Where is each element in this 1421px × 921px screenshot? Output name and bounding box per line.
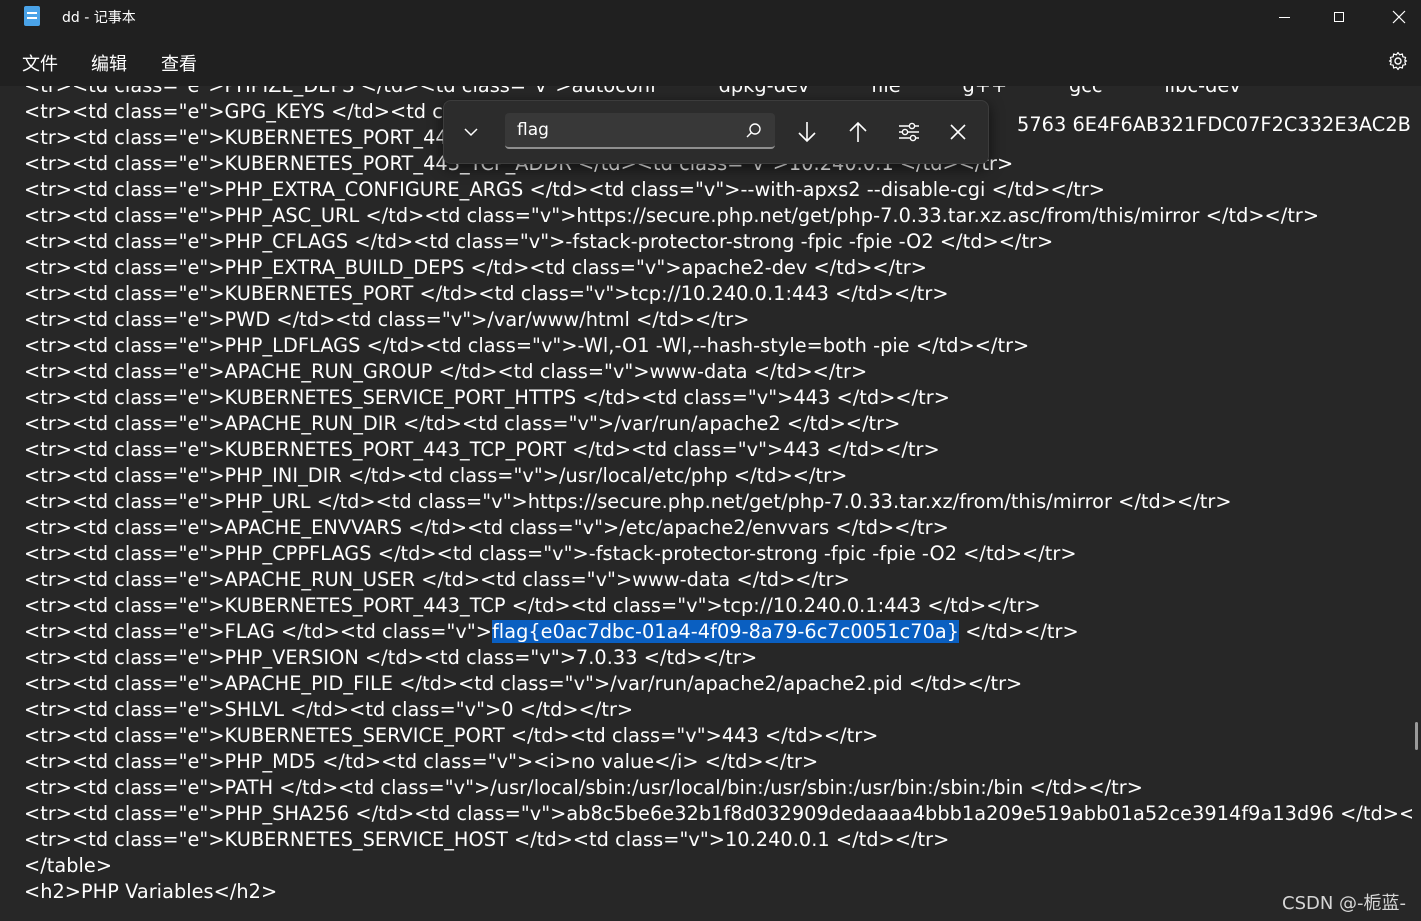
menu-view[interactable]: 查看 — [161, 50, 197, 76]
text-line: <tr><td class="e">KUBERNETES_PORT_443_TC… — [24, 594, 1041, 617]
title-bar: dd - 记事本 — [0, 0, 1421, 34]
gpg-key-tail: 5763 6E4F6AB321FDC07F2C332E3AC2BF0BC — [1017, 113, 1412, 136]
text-line: <tr><td class="e">KUBERNETES_PORT_443_TC… — [24, 438, 940, 461]
menu-bar: 文件 编辑 查看 — [0, 44, 1421, 82]
text-line: <tr><td class="e">PHP_EXTRA_CONFIGURE_AR… — [24, 178, 1105, 201]
text-line: <tr><td class="e">PHP_VERSION </td><td c… — [24, 646, 758, 669]
text-line: <tr><td class="e">PHP_LDFLAGS </td><td c… — [24, 334, 1030, 357]
scrollbar-thumb[interactable] — [1415, 722, 1418, 750]
flag-line-suffix: </td></tr> — [959, 620, 1079, 643]
flag-line-prefix: <tr><td class="e">FLAG </td><td class="v… — [24, 620, 492, 643]
text-line: <tr><td class="e">PHP_CPPFLAGS </td><td … — [24, 542, 1077, 565]
text-line: </table> — [24, 854, 113, 877]
close-button[interactable] — [1369, 0, 1421, 34]
minimize-button[interactable] — [1254, 0, 1314, 34]
text-line: <tr><td class="e">PHP_CFLAGS </td><td cl… — [24, 230, 1054, 253]
text-line: <tr><td class="e">KUBERNETES_SERVICE_HOS… — [24, 828, 950, 851]
text-line: <tr><td class="e">APACHE_ENVVARS </td><t… — [24, 516, 949, 539]
options-icon[interactable] — [895, 118, 923, 146]
text-line: <tr><td class="e">PHP_EXTRA_BUILD_DEPS <… — [24, 256, 927, 279]
maximize-icon — [1334, 12, 1344, 22]
search-icon[interactable] — [744, 121, 764, 141]
arrow-down-icon[interactable] — [793, 118, 821, 146]
search-match-highlight: flag{e0ac7dbc-01a4-4f09-8a79-6c7c0051c70… — [491, 620, 960, 643]
text-line: <tr><td class="e">KUBERNETES_PORT </td><… — [24, 282, 949, 305]
text-line: <tr><td class="e">PHP_URL </td><td class… — [24, 490, 1232, 513]
find-input[interactable] — [505, 113, 775, 149]
minimize-icon — [1278, 16, 1290, 18]
menu-file[interactable]: 文件 — [22, 50, 58, 76]
editor-content: <tr><td class="e">PHPIZE_DEPS </td><td c… — [24, 86, 1412, 905]
window-title: dd - 记事本 — [62, 10, 136, 26]
flag-line: <tr><td class="e">FLAG </td><td class="v… — [24, 619, 1412, 645]
maximize-button[interactable] — [1309, 0, 1369, 34]
gear-icon[interactable] — [1388, 51, 1408, 71]
text-line: <tr><td class="e">PHP_ASC_URL </td><td c… — [24, 204, 1320, 227]
notepad-icon — [24, 6, 40, 26]
text-line: <tr><td class="e">PHP_SHA256 </td><td cl… — [24, 802, 1412, 825]
arrow-up-icon[interactable] — [844, 118, 872, 146]
text-line: <tr><td class="e">PATH </td><td class="v… — [24, 776, 1143, 799]
text-line: <tr><td class="e">APACHE_PID_FILE </td><… — [24, 672, 1023, 695]
text-line: <tr><td class="e">PHP_INI_DIR </td><td c… — [24, 464, 848, 487]
close-icon — [1392, 10, 1406, 24]
text-line: <tr><td class="e">APACHE_RUN_USER </td><… — [24, 568, 850, 591]
find-panel — [443, 100, 989, 164]
text-line: <h2>PHP Variables</h2> — [24, 880, 278, 903]
text-line: <tr><td class="e">KUBERNETES_SERVICE_POR… — [24, 724, 879, 747]
close-icon[interactable] — [944, 118, 972, 146]
text-line: <tr><td class="e">PHP_MD5 </td><td class… — [24, 750, 819, 773]
text-line: <tr><td class="e">PWD </td><td class="v"… — [24, 308, 750, 331]
chevron-down-icon[interactable] — [458, 119, 484, 145]
text-line: <tr><td class="e">SHLVL </td><td class="… — [24, 698, 634, 721]
watermark: CSDN @-栀蓝- — [1282, 893, 1407, 914]
text-editor[interactable]: <tr><td class="e">PHPIZE_DEPS </td><td c… — [0, 86, 1412, 921]
text-line: <tr><td class="e">APACHE_RUN_GROUP </td>… — [24, 360, 868, 383]
text-line: <tr><td class="e">KUBERNETES_SERVICE_POR… — [24, 386, 950, 409]
text-line: <tr><td class="e">APACHE_RUN_DIR </td><t… — [24, 412, 901, 435]
vertical-scrollbar[interactable] — [1412, 86, 1421, 921]
menu-edit[interactable]: 编辑 — [91, 50, 127, 76]
text-line: <tr><td class="e">PHPIZE_DEPS </td><td c… — [24, 86, 1412, 99]
